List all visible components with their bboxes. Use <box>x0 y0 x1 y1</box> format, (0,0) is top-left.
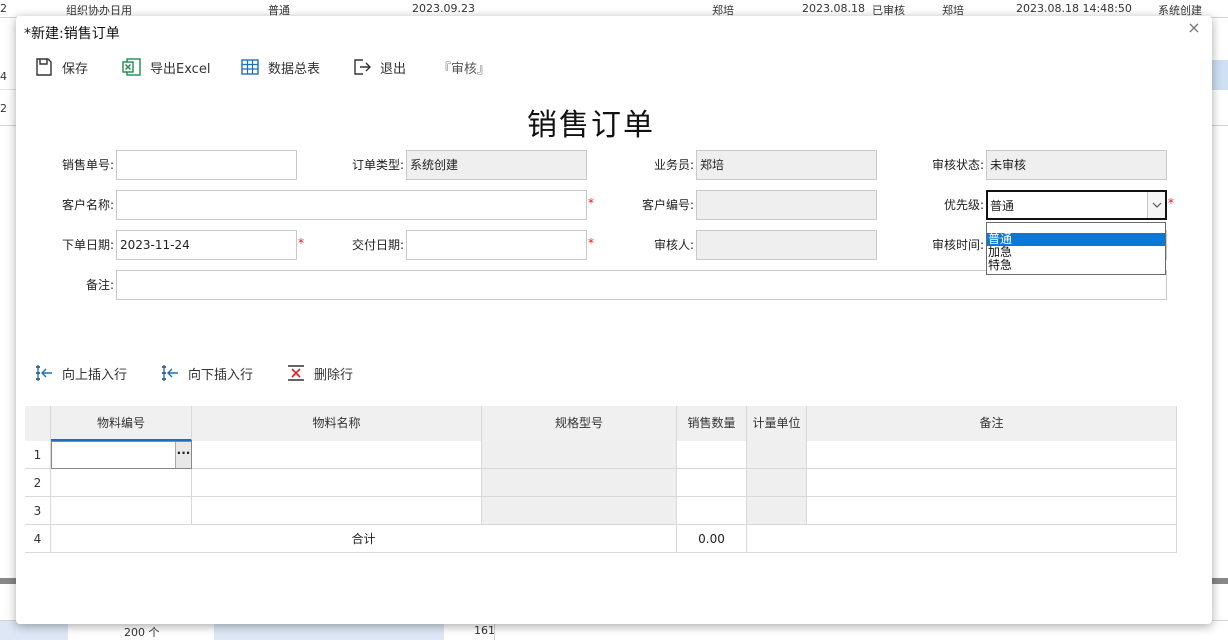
exit-icon <box>354 59 371 75</box>
audit-button[interactable]: 『审核』 <box>430 56 490 78</box>
column-header-spec[interactable]: 规格型号 <box>482 406 677 441</box>
remark-cell[interactable] <box>807 497 1177 525</box>
insert-row-below-button[interactable]: 向下插入行 <box>160 362 253 384</box>
audit-time-label: 审核时间: <box>931 238 984 252</box>
required-mark: * <box>588 196 594 210</box>
material-name-cell[interactable] <box>192 441 482 469</box>
insert-below-icon <box>162 365 178 381</box>
order-no-input[interactable] <box>116 150 297 180</box>
column-header-unit[interactable]: 计量单位 <box>747 406 807 441</box>
delete-row-button[interactable]: 删除行 <box>286 362 353 384</box>
table-icon <box>241 59 259 75</box>
form-title: 销售订单 <box>527 108 655 143</box>
required-mark: * <box>298 236 304 250</box>
remark-cell[interactable] <box>807 469 1177 497</box>
material-no-cell[interactable] <box>51 469 192 497</box>
background-selection <box>1212 60 1228 90</box>
spec-cell <box>482 469 677 497</box>
column-header-material-name[interactable]: 物料名称 <box>192 406 482 441</box>
priority-label: 优先级: <box>943 198 984 212</box>
total-label-cell: 合计 <box>51 525 677 553</box>
material-name-cell[interactable] <box>192 469 482 497</box>
save-button[interactable]: 保存 <box>34 56 88 78</box>
customer-no-label: 客户编号: <box>641 198 694 212</box>
row-number: 4 <box>25 525 51 553</box>
delivery-date-input[interactable] <box>406 230 587 260</box>
bg-rownum: 2 <box>0 2 7 15</box>
material-no-cell[interactable] <box>51 497 192 525</box>
delete-row-icon <box>288 365 304 381</box>
customer-no-field <box>696 190 877 220</box>
quantity-cell[interactable] <box>677 497 747 525</box>
customer-name-input[interactable] <box>116 190 587 220</box>
insert-above-icon <box>36 365 52 381</box>
sales-order-dialog: *新建:销售订单 × 保存 导出Excel 数据总表 退出 『审核』 销售订单 … <box>16 16 1212 624</box>
order-date-input[interactable]: 2023-11-24 <box>116 230 297 260</box>
close-button[interactable]: × <box>1186 20 1202 36</box>
spec-cell <box>482 497 677 525</box>
row-number: 2 <box>25 469 51 497</box>
customer-name-label: 客户名称: <box>61 198 114 212</box>
unit-cell <box>747 441 807 469</box>
quantity-cell[interactable] <box>677 469 747 497</box>
insert-row-above-button[interactable]: 向上插入行 <box>34 362 127 384</box>
priority-option[interactable]: 普通 <box>987 233 1165 246</box>
priority-value: 普通 <box>990 199 1015 213</box>
column-header-material-no[interactable]: 物料编号 <box>51 406 192 441</box>
save-icon <box>36 58 52 76</box>
priority-dropdown-list[interactable]: 普通 加急 特急 <box>986 222 1166 275</box>
quantity-cell[interactable] <box>677 441 747 469</box>
required-mark: * <box>1168 196 1174 210</box>
auditor-field <box>696 230 877 260</box>
priority-select[interactable]: 普通 <box>986 190 1167 220</box>
delivery-date-label: 交付日期: <box>351 238 404 252</box>
chevron-down-icon[interactable] <box>1147 192 1165 218</box>
column-header-remark[interactable]: 备注 <box>807 406 1177 441</box>
unit-cell <box>747 497 807 525</box>
export-excel-button[interactable]: 导出Excel <box>122 56 210 78</box>
order-type-label: 订单类型: <box>351 158 404 172</box>
excel-icon <box>122 58 141 76</box>
material-name-cell[interactable] <box>192 497 482 525</box>
dialog-title: *新建:销售订单 <box>24 26 120 42</box>
priority-option[interactable]: 特急 <box>987 259 1165 272</box>
row-number: 1 <box>25 441 51 469</box>
salesperson-label: 业务员: <box>653 158 694 172</box>
total-blank-cell <box>747 525 1177 553</box>
background-splitter <box>0 578 16 584</box>
auditor-label: 审核人: <box>653 238 694 252</box>
material-no-cell[interactable]: ··· <box>51 441 192 469</box>
unit-cell <box>747 469 807 497</box>
row-number: 3 <box>25 497 51 525</box>
total-quantity-cell: 0.00 <box>677 525 747 553</box>
background-splitter <box>1212 578 1228 584</box>
audit-status-label: 审核状态: <box>931 158 984 172</box>
order-no-label: 销售单号: <box>61 158 114 172</box>
audit-status-field: 未审核 <box>986 150 1167 180</box>
spec-cell <box>482 441 677 469</box>
grid-corner <box>25 406 51 441</box>
data-summary-button[interactable]: 数据总表 <box>240 56 320 78</box>
priority-option[interactable]: 加急 <box>987 246 1165 259</box>
order-date-label: 下单日期: <box>61 238 114 252</box>
remark-cell[interactable] <box>807 441 1177 469</box>
salesperson-field: 郑培 <box>696 150 877 180</box>
remark-label: 备注: <box>85 278 114 292</box>
ellipsis-button[interactable]: ··· <box>175 442 191 468</box>
exit-button[interactable]: 退出 <box>352 56 406 78</box>
column-header-quantity[interactable]: 销售数量 <box>677 406 747 441</box>
required-mark: * <box>588 236 594 250</box>
order-type-field: 系统创建 <box>406 150 587 180</box>
